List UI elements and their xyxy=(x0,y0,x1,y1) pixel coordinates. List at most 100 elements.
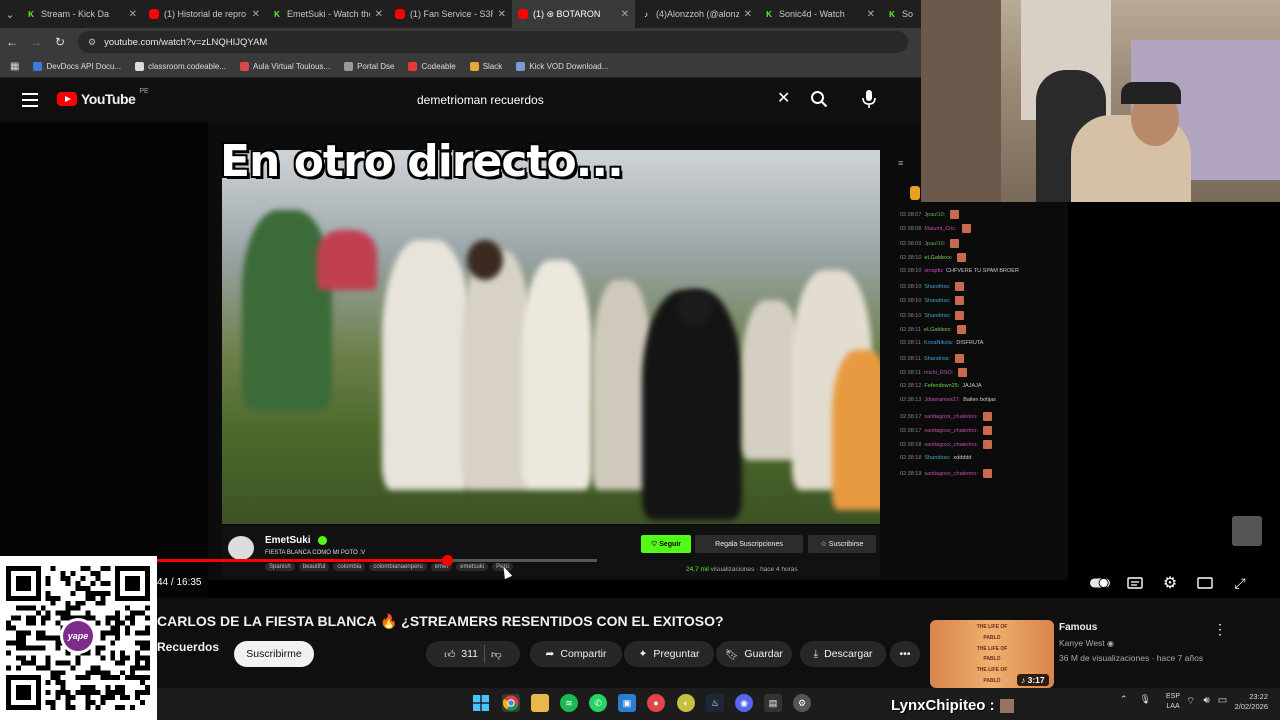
close-tab-icon[interactable]: ✕ xyxy=(867,9,875,20)
chat-user: Jpaul10: xyxy=(924,240,946,247)
recorder-icon[interactable]: ● xyxy=(647,694,665,712)
bookmark-item[interactable]: Codeable xyxy=(408,62,456,71)
youtube-logo[interactable]: YouTube PE xyxy=(57,87,149,107)
webcam-overlay xyxy=(921,0,1280,202)
obs-icon[interactable]: ▤ xyxy=(764,694,782,712)
menu-icon[interactable] xyxy=(22,93,38,107)
more-actions-button[interactable]: ••• xyxy=(890,641,920,667)
browser-tab[interactable]: K EmetSuki - Watch the ✕ xyxy=(266,0,389,28)
stream-views-count: 24,7 mil xyxy=(686,566,709,573)
app-icon[interactable]: ◐ xyxy=(677,694,695,712)
url-text: youtube.com/watch?v=zLNQHIJQYAM xyxy=(104,36,268,48)
search-icon[interactable] xyxy=(810,90,828,108)
wifi-icon[interactable]: ⌔ xyxy=(1186,695,1195,708)
back-icon[interactable]: ← xyxy=(0,35,24,49)
recommended-title[interactable]: Famous xyxy=(1059,622,1097,633)
recommended-channel-name: Kanye West xyxy=(1059,638,1105,648)
more-horizontal-icon: ••• xyxy=(899,648,911,660)
close-tab-icon[interactable]: ✕ xyxy=(498,9,506,20)
autoplay-toggle[interactable] xyxy=(1090,574,1110,592)
file-explorer-icon[interactable] xyxy=(531,694,549,712)
forward-icon[interactable]: → xyxy=(24,35,48,49)
time-total: 16:35 xyxy=(176,577,202,588)
chat-emote xyxy=(982,440,992,450)
chat-user: sinaptiz xyxy=(924,267,944,274)
bookmark-item[interactable]: Kick VOD Download... xyxy=(516,62,608,71)
chat-user: santiagoxx_chaterino: xyxy=(924,471,978,478)
tray-expand-icon[interactable]: ⌃ xyxy=(1120,694,1128,705)
browser-tab-title: Stream - Kick Da xyxy=(41,9,110,19)
close-tab-icon[interactable]: ✕ xyxy=(621,9,629,20)
microphone-icon[interactable] xyxy=(861,89,877,109)
settings-app-icon[interactable]: ⚙ xyxy=(793,694,811,712)
fullscreen-icon[interactable]: ⤢ xyxy=(1230,574,1250,592)
share-button[interactable]: ➦ Compartir xyxy=(530,641,622,667)
browser-tab[interactable]: (1) Fan Service - S3RL ✕ xyxy=(389,0,512,28)
stream-subscribe-button: ☆ Suscribirse xyxy=(808,535,876,553)
bookmark-favicon-icon xyxy=(408,62,418,71)
reload-icon[interactable]: ↻ xyxy=(48,35,72,49)
progress-scrubber[interactable] xyxy=(442,555,453,566)
theater-mode-icon[interactable] xyxy=(1195,574,1215,592)
subtitles-icon[interactable] xyxy=(1125,574,1145,592)
browser-tab[interactable]: K So xyxy=(881,0,921,28)
chrome-icon[interactable] xyxy=(502,694,520,712)
chat-emote xyxy=(955,310,965,320)
chat-badge-icon xyxy=(910,186,920,200)
browser-tab[interactable]: K Stream - Kick Da ✕ xyxy=(20,0,143,28)
subscribe-button[interactable]: Suscribirme xyxy=(234,641,314,667)
bookmark-item[interactable]: classroom.codeable... xyxy=(135,62,226,71)
tabs-container: K Stream - Kick Da ✕ (1) Historial de repro… xyxy=(20,0,921,28)
bookmark-item[interactable]: Portal Dse xyxy=(344,62,394,71)
video-letterbox xyxy=(0,122,208,598)
browser-tab-title: So xyxy=(902,9,914,19)
youtube-icon xyxy=(518,9,528,19)
bookmark-item[interactable]: Aula Virtual Toulous... xyxy=(239,62,330,71)
close-tab-icon[interactable]: ✕ xyxy=(252,9,260,20)
bookmark-item[interactable]: Slack xyxy=(469,62,502,71)
region-code: PE xyxy=(139,87,149,95)
tray-mic-icon[interactable]: 🎙︎ xyxy=(1140,694,1151,705)
recommended-more-icon[interactable]: ⋮ xyxy=(1213,621,1227,638)
channel-name[interactable]: Recuerdos xyxy=(157,640,219,654)
volume-icon[interactable]: 🔊︎ xyxy=(1203,695,1209,708)
chat-time: 02:38:10 xyxy=(900,283,922,290)
language-indicator[interactable]: ESP LAA xyxy=(1166,692,1180,712)
ask-button[interactable]: ✦ Preguntar xyxy=(624,641,714,667)
bookmark-item[interactable]: DevDocs API Docu... xyxy=(33,62,121,71)
progress-played xyxy=(157,559,447,562)
dislike-button[interactable]: 👎︎ xyxy=(491,648,502,661)
chat-emote xyxy=(957,253,967,263)
download-button[interactable]: ⤓ Descargar xyxy=(800,641,886,667)
close-tab-icon[interactable]: ✕ xyxy=(129,9,137,20)
browser-tab[interactable]: ♪ (4)Alonzzoh (@alonz ✕ xyxy=(635,0,758,28)
site-info-icon[interactable]: ⚙ xyxy=(88,37,96,48)
like-button[interactable]: 👍︎ 311 xyxy=(444,648,478,661)
chat-user: Shandriss: xyxy=(924,298,951,305)
steam-icon[interactable]: ♨ xyxy=(706,694,724,712)
close-tab-icon[interactable]: ✕ xyxy=(744,9,752,20)
browser-tab[interactable]: K Sonic4d - Watch ✕ xyxy=(758,0,881,28)
browser-tab[interactable]: (1) Historial de repro ✕ xyxy=(143,0,266,28)
settings-gear-icon[interactable]: ⚙ xyxy=(1160,574,1180,592)
chat-message: 02:38:12 Fefendown25: JAJAJA xyxy=(900,383,982,389)
search-input[interactable]: demetrioman recuerdos xyxy=(405,86,805,114)
url-field[interactable]: ⚙ youtube.com/watch?v=zLNQHIJQYAM xyxy=(78,31,908,53)
clock[interactable]: 23:22 2/02/2026 xyxy=(1226,692,1268,712)
tab-search-icon[interactable]: ⌄ xyxy=(0,0,20,28)
system-tray: ⌃ 🎙︎ xyxy=(1120,694,1151,705)
discord-icon[interactable]: ◉ xyxy=(735,694,753,712)
chat-text: JAJAJA xyxy=(962,382,982,389)
chat-user: santiagoxx_chaterino: xyxy=(924,442,978,449)
windows-start-icon[interactable] xyxy=(472,694,490,712)
whatsapp-icon[interactable]: ✆ xyxy=(589,694,607,712)
spotify-icon[interactable]: ≋ xyxy=(560,694,578,712)
store-icon[interactable]: ▣ xyxy=(618,694,636,712)
close-tab-icon[interactable]: ✕ xyxy=(375,9,383,20)
clear-search-icon[interactable]: ✕ xyxy=(777,88,790,108)
video-scene xyxy=(222,150,880,524)
save-button[interactable]: 🔖︎ Guardar xyxy=(716,641,792,667)
apps-grid-icon[interactable]: ▦ xyxy=(10,61,19,72)
browser-tab[interactable]: (1) ⊛ BOTARON ✕ xyxy=(512,0,635,28)
clock-time: 23:22 xyxy=(1249,692,1268,701)
